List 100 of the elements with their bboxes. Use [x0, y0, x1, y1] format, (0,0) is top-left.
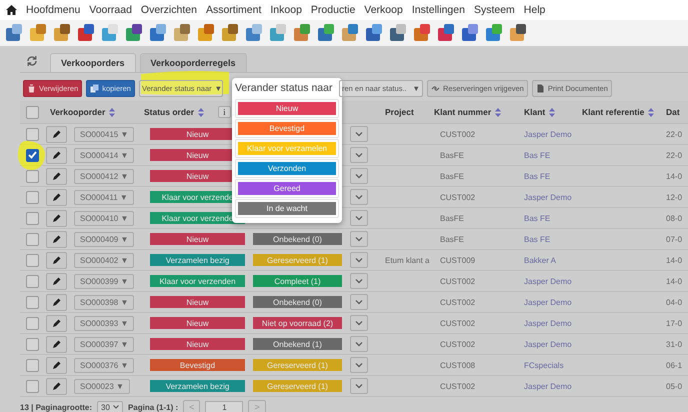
- status-option[interactable]: Bevestigd: [238, 122, 336, 135]
- customer-link[interactable]: Jasper Demo: [520, 318, 578, 328]
- app-icon[interactable]: [124, 23, 144, 43]
- menu-item[interactable]: Verkoop: [364, 4, 403, 16]
- customer-link[interactable]: Jasper Demo: [520, 382, 578, 390]
- app-icon[interactable]: [148, 23, 168, 43]
- customer-link[interactable]: Bas FE: [520, 234, 578, 244]
- edit-button[interactable]: [46, 126, 67, 142]
- status-option[interactable]: Gereed: [238, 182, 336, 195]
- expand-button[interactable]: [350, 210, 368, 226]
- customer-link[interactable]: Jasper Demo: [520, 340, 578, 348]
- app-icon[interactable]: [316, 23, 336, 43]
- sort-icon[interactable]: [549, 108, 556, 116]
- expand-button[interactable]: [350, 168, 368, 184]
- customer-link[interactable]: FCspecials: [520, 360, 578, 370]
- app-icon[interactable]: [388, 23, 408, 43]
- edit-button[interactable]: [46, 230, 67, 248]
- sort-icon[interactable]: [109, 108, 116, 116]
- menu-item[interactable]: Hoofdmenu: [26, 4, 80, 16]
- expand-button[interactable]: [350, 273, 368, 289]
- expand-button[interactable]: [350, 126, 368, 142]
- edit-button[interactable]: [46, 168, 67, 184]
- app-icon[interactable]: [220, 23, 240, 43]
- row-checkbox[interactable]: [26, 212, 39, 224]
- expand-button[interactable]: [350, 252, 368, 268]
- edit-button[interactable]: [46, 252, 67, 268]
- home-icon[interactable]: [6, 5, 17, 15]
- menu-item[interactable]: Productie: [310, 4, 356, 16]
- order-dropdown[interactable]: SO000402 ▼: [74, 252, 134, 268]
- sort-icon[interactable]: [198, 108, 204, 116]
- app-icon[interactable]: [436, 23, 456, 43]
- page-size-select[interactable]: 30: [97, 400, 123, 412]
- order-dropdown[interactable]: SO000376 ▼: [74, 358, 134, 372]
- customer-link[interactable]: Jasper Demo: [520, 276, 578, 286]
- order-dropdown[interactable]: SO000398 ▼: [74, 294, 134, 310]
- row-checkbox[interactable]: [26, 296, 39, 308]
- row-checkbox[interactable]: [26, 128, 39, 140]
- customer-link[interactable]: Bas FE: [520, 150, 578, 160]
- edit-button[interactable]: [46, 378, 67, 394]
- row-checkbox[interactable]: [26, 338, 39, 350]
- app-icon[interactable]: [196, 23, 216, 43]
- row-checkbox[interactable]: [26, 170, 39, 182]
- app-icon[interactable]: [4, 23, 24, 43]
- menu-item[interactable]: Systeem: [474, 4, 515, 16]
- customer-link[interactable]: Bakker A: [520, 256, 578, 264]
- customer-link[interactable]: Jasper Demo: [520, 130, 578, 138]
- app-icon[interactable]: [364, 23, 384, 43]
- row-checkbox[interactable]: [26, 316, 39, 330]
- order-dropdown[interactable]: SO00023 ▼: [74, 378, 130, 394]
- menu-item[interactable]: Instellingen: [412, 4, 465, 16]
- expand-button[interactable]: [350, 147, 368, 163]
- expand-button[interactable]: [350, 231, 368, 247]
- menu-item[interactable]: Assortiment: [206, 4, 262, 16]
- edit-button[interactable]: [46, 294, 67, 310]
- next-page-button[interactable]: >: [248, 400, 266, 412]
- sort-icon[interactable]: [495, 108, 502, 116]
- app-icon[interactable]: [508, 23, 528, 43]
- expand-button[interactable]: [350, 315, 368, 331]
- tab[interactable]: Verkooporderregels: [140, 53, 247, 72]
- app-icon[interactable]: [244, 23, 264, 43]
- status-option[interactable]: Nieuw: [238, 102, 336, 115]
- row-checkbox[interactable]: [26, 380, 39, 392]
- refresh-icon[interactable]: [26, 55, 38, 67]
- edit-button[interactable]: [46, 188, 67, 206]
- order-dropdown[interactable]: SO000414 ▼: [74, 148, 134, 162]
- order-dropdown[interactable]: SO000397 ▼: [74, 336, 134, 352]
- app-icon[interactable]: [28, 23, 48, 43]
- row-checkbox[interactable]: [26, 254, 39, 266]
- expand-button[interactable]: [350, 336, 368, 352]
- app-icon[interactable]: [52, 23, 72, 43]
- order-dropdown[interactable]: SO000393 ▼: [74, 316, 134, 330]
- edit-button[interactable]: [46, 336, 67, 352]
- row-checkbox[interactable]: [26, 232, 39, 246]
- status-option[interactable]: Verzonden: [238, 162, 336, 175]
- order-dropdown[interactable]: SO000412 ▼: [74, 168, 134, 184]
- app-icon[interactable]: [340, 23, 360, 43]
- edit-button[interactable]: [46, 272, 67, 290]
- sort-icon[interactable]: [648, 108, 654, 116]
- app-icon[interactable]: [172, 23, 192, 43]
- row-checkbox[interactable]: [26, 148, 39, 162]
- app-icon[interactable]: [292, 23, 312, 43]
- expand-button[interactable]: [350, 189, 368, 205]
- customer-link[interactable]: Bas FE: [520, 214, 578, 222]
- edit-button[interactable]: [46, 314, 67, 332]
- expand-button[interactable]: [350, 294, 368, 310]
- app-icon[interactable]: [76, 23, 96, 43]
- row-checkbox[interactable]: [26, 274, 39, 288]
- edit-button[interactable]: [46, 210, 67, 226]
- menu-item[interactable]: Overzichten: [140, 4, 197, 16]
- row-checkbox[interactable]: [26, 358, 39, 372]
- customer-link[interactable]: Jasper Demo: [520, 192, 578, 202]
- order-dropdown[interactable]: SO000411 ▼: [74, 190, 134, 204]
- previous-page-button[interactable]: <: [183, 400, 200, 412]
- order-dropdown[interactable]: SO000399 ▼: [74, 274, 134, 288]
- menu-item[interactable]: Help: [524, 4, 546, 16]
- customer-link[interactable]: Jasper Demo: [520, 298, 578, 306]
- info-button[interactable]: i: [218, 106, 231, 118]
- customer-link[interactable]: Bas FE: [520, 172, 578, 180]
- menu-item[interactable]: Voorraad: [89, 4, 132, 16]
- app-icon[interactable]: [412, 23, 432, 43]
